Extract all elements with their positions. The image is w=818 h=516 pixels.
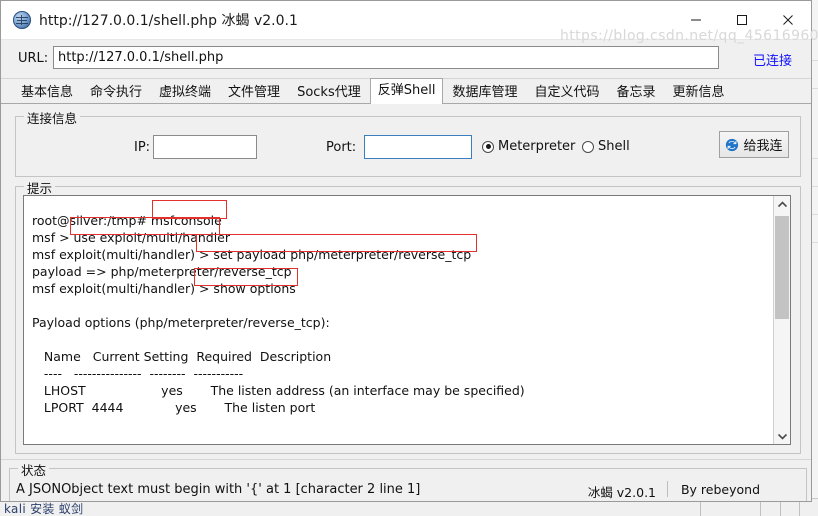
tab-custom-code[interactable]: 自定义代码 xyxy=(526,80,608,103)
refresh-arrows-icon xyxy=(726,138,739,151)
radio-shell-label: Shell xyxy=(598,139,630,154)
globe-icon xyxy=(13,11,31,29)
radio-meterpreter[interactable]: Meterpreter xyxy=(482,139,575,154)
log-scrollbar[interactable] xyxy=(773,196,790,444)
connection-status-text: 已连接 xyxy=(752,54,792,69)
tab-reverse-shell[interactable]: 反弹Shell xyxy=(369,78,444,104)
watermark-text: https://blog.csdn.net/qq_45616960 xyxy=(560,28,818,44)
scrollbar-thumb[interactable] xyxy=(775,216,789,319)
log-text: root@silver:/tmp# msfconsole msf > use e… xyxy=(32,212,525,415)
minimize-icon xyxy=(691,19,701,20)
footer-divider xyxy=(667,481,668,497)
tab-socks-proxy[interactable]: Socks代理 xyxy=(289,80,369,103)
port-label: Port: xyxy=(326,140,357,155)
maximize-icon xyxy=(737,14,747,25)
connection-info-group: 连接信息 IP: Port: Meterpreter Shell 给我连 xyxy=(15,108,801,177)
window-title: http://127.0.0.1/shell.php 冰蝎 v2.0.1 xyxy=(39,13,298,29)
radio-selected-icon xyxy=(482,140,494,153)
tab-database-manager[interactable]: 数据库管理 xyxy=(444,80,526,103)
ip-input[interactable] xyxy=(153,135,257,159)
tip-group: 提示 root@silver:/tmp# msfconsole msf > us… xyxy=(15,178,801,454)
radio-meterpreter-label: Meterpreter xyxy=(498,139,576,154)
tab-basic-info[interactable]: 基本信息 xyxy=(13,80,82,103)
tab-update-info[interactable]: 更新信息 xyxy=(664,80,733,103)
url-bar: URL: 已连接 xyxy=(1,40,811,79)
ip-label: IP: xyxy=(134,140,151,155)
status-section: 状态 A JSONObject text must begin with '{'… xyxy=(1,459,811,501)
background-taskbar-label: kali 安装 蚁剑 xyxy=(4,502,84,516)
url-input[interactable] xyxy=(53,46,719,69)
scroll-up-icon[interactable] xyxy=(774,196,790,212)
footer-brand: 冰蝎 v2.0.1 xyxy=(587,485,656,500)
radio-shell[interactable]: Shell xyxy=(582,139,630,154)
port-input[interactable] xyxy=(364,135,472,159)
tab-virtual-terminal[interactable]: 虚拟终端 xyxy=(151,80,220,103)
tab-memo[interactable]: 备忘录 xyxy=(608,80,664,103)
status-message: A JSONObject text must begin with '{' at… xyxy=(16,482,421,497)
tab-panel-reverse-shell: 连接信息 IP: Port: Meterpreter Shell 给我连 提示 … xyxy=(1,104,811,459)
log-textarea[interactable]: root@silver:/tmp# msfconsole msf > use e… xyxy=(23,195,791,445)
connect-button[interactable]: 给我连 xyxy=(719,131,789,158)
connect-button-label: 给我连 xyxy=(743,139,783,154)
tab-file-manager[interactable]: 文件管理 xyxy=(220,80,289,103)
radio-unselected-icon xyxy=(582,140,594,153)
scroll-down-icon[interactable] xyxy=(774,428,790,444)
footer-author: By rebeyond xyxy=(680,482,760,497)
connection-info-title: 连接信息 xyxy=(24,108,81,127)
tab-strip: 基本信息 命令执行 虚拟终端 文件管理 Socks代理 反弹Shell 数据库管… xyxy=(1,78,811,104)
url-label: URL: xyxy=(18,51,49,66)
close-icon xyxy=(783,14,793,25)
application-window: http://127.0.0.1/shell.php 冰蝎 v2.0.1 URL… xyxy=(0,0,812,502)
status-group-title: 状态 xyxy=(18,460,50,479)
tab-command-exec[interactable]: 命令执行 xyxy=(82,80,151,103)
status-group: 状态 A JSONObject text must begin with '{'… xyxy=(9,460,807,501)
